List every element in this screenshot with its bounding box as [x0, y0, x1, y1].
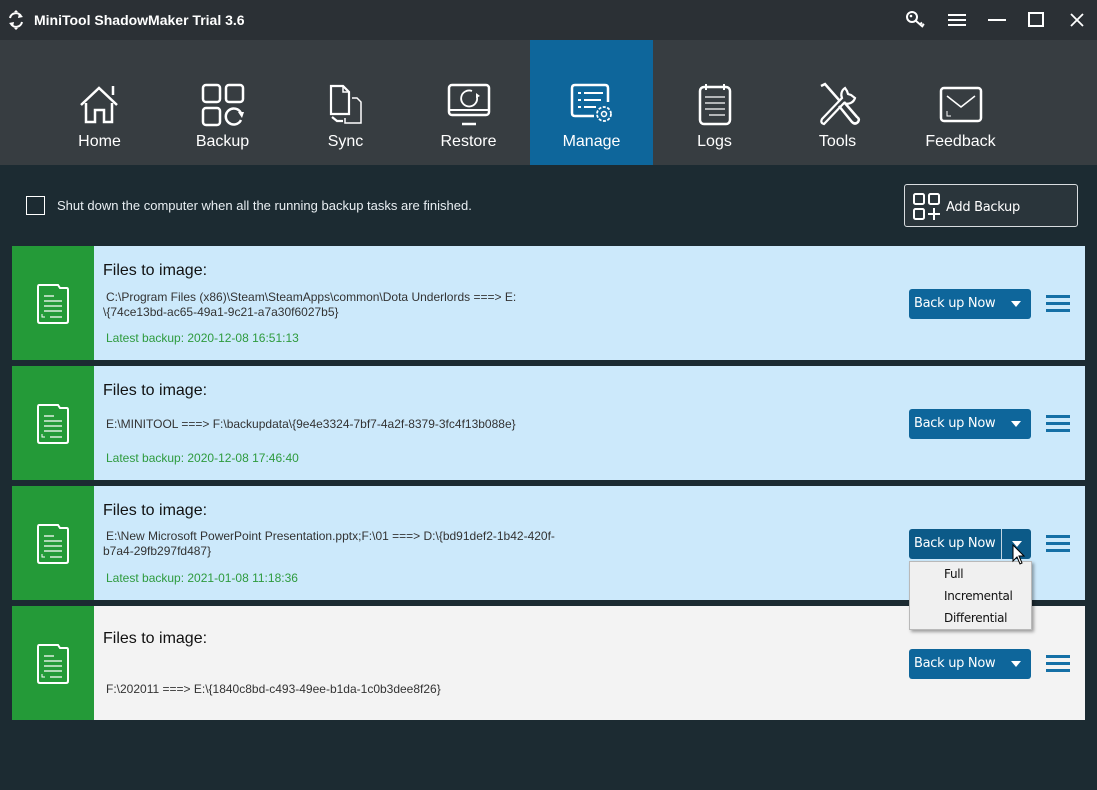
task-title: Files to image:: [103, 262, 208, 279]
task-path-line1: E:\MINITOOL ===> F:\backupdata\{9e4e3324…: [106, 417, 516, 431]
nav-backup-label: Backup: [195, 133, 250, 150]
maximize-icon: [1028, 12, 1044, 27]
task-path-line2: b7a4-29fb297fd487}: [103, 544, 212, 558]
close-icon: [1070, 13, 1084, 27]
back-up-now-button: Back up Now: [909, 409, 1031, 439]
task-path-line1: E:\New Microsoft PowerPoint Presentation…: [106, 529, 555, 543]
task-path: C:\Program Files (x86)\Steam\SteamApps\c…: [103, 290, 583, 320]
backup-type-dropdown[interactable]: [1001, 409, 1031, 439]
minimize-icon: [988, 19, 1006, 21]
task-path: F:\202011 ===> E:\{1840c8bd-c493-49ee-b1…: [103, 682, 583, 697]
task-stripe: [12, 366, 94, 480]
caret-down-icon: [1011, 661, 1021, 667]
nav-manage-label: Manage: [562, 133, 621, 150]
nav-restore-label: Restore: [440, 133, 497, 150]
task-stripe: [12, 246, 94, 360]
nav-manage[interactable]: Manage: [530, 40, 653, 165]
backup-type-differential[interactable]: Differential: [910, 607, 1031, 629]
maximize-button[interactable]: [1023, 8, 1049, 32]
file-icon: [37, 404, 69, 444]
task-title: Files to image:: [103, 382, 208, 399]
main-nav: Home Backup Sync Restore Manage Logs Too…: [0, 40, 1097, 165]
minimize-button[interactable]: [984, 8, 1010, 32]
app-title: MiniTool ShadowMaker Trial 3.6: [34, 12, 245, 28]
backup-type-incremental[interactable]: Incremental: [910, 585, 1031, 607]
menu-icon: [948, 14, 966, 26]
shutdown-checkbox[interactable]: [26, 196, 45, 215]
task-menu-button[interactable]: [1046, 414, 1070, 434]
add-backup-icon: [913, 193, 940, 220]
task-path-line1: F:\202011 ===> E:\{1840c8bd-c493-49ee-b1…: [106, 682, 441, 696]
manage-icon: [570, 83, 612, 122]
back-up-now-main[interactable]: Back up Now: [909, 289, 1001, 319]
home-icon: [79, 86, 118, 124]
backup-icon: [201, 83, 244, 127]
add-backup-label: Add Backup: [946, 200, 1020, 215]
back-up-now-main[interactable]: Back up Now: [909, 649, 1001, 679]
nav-feedback-label: Feedback: [925, 133, 996, 150]
backup-task-card[interactable]: Files to image: E:\MINITOOL ===> F:\back…: [12, 366, 1085, 480]
nav-home-label: Home: [78, 133, 121, 150]
logs-icon: [698, 84, 731, 126]
file-icon: [37, 644, 69, 684]
app-logo-icon: [9, 10, 23, 30]
nav-tools[interactable]: Tools: [776, 40, 899, 165]
nav-logs[interactable]: Logs: [653, 40, 776, 165]
task-menu-button[interactable]: [1046, 294, 1070, 314]
caret-down-icon: [1011, 301, 1021, 307]
shutdown-label: Shut down the computer when all the runn…: [57, 198, 472, 213]
file-icon: [37, 284, 69, 324]
backup-type-dropdown[interactable]: [1001, 649, 1031, 679]
backup-type-dropdown[interactable]: [1001, 289, 1031, 319]
mouse-cursor-icon: [1012, 544, 1026, 565]
nav-tools-label: Tools: [818, 133, 857, 150]
nav-sync-label: Sync: [327, 133, 364, 150]
task-path: E:\MINITOOL ===> F:\backupdata\{9e4e3324…: [103, 417, 583, 432]
title-bar: MiniTool ShadowMaker Trial 3.6: [0, 0, 1097, 40]
backup-type-full[interactable]: Full: [910, 563, 1031, 585]
back-up-now-button: Back up Now: [909, 289, 1031, 319]
feedback-icon: [939, 86, 982, 123]
task-latest-backup: Latest backup: 2020-12-08 17:46:40: [106, 451, 299, 465]
menu-button[interactable]: [944, 8, 970, 32]
task-path: E:\New Microsoft PowerPoint Presentation…: [103, 529, 583, 559]
nav-logs-label: Logs: [697, 133, 732, 150]
task-stripe: [12, 486, 94, 600]
tools-icon: [819, 82, 860, 126]
key-icon: [906, 11, 925, 28]
task-path-line1: C:\Program Files (x86)\Steam\SteamApps\c…: [106, 290, 517, 304]
nav-home[interactable]: Home: [38, 40, 161, 165]
back-up-now-button: Back up Now: [909, 649, 1031, 679]
task-menu-button[interactable]: [1046, 534, 1070, 554]
file-icon: [37, 524, 69, 564]
task-title: Files to image:: [103, 630, 208, 647]
add-backup-button[interactable]: Add Backup: [904, 184, 1078, 227]
back-up-now-main[interactable]: Back up Now: [909, 529, 1001, 559]
nav-sync[interactable]: Sync: [284, 40, 407, 165]
nav-feedback[interactable]: Feedback: [899, 40, 1022, 165]
back-up-now-main[interactable]: Back up Now: [909, 409, 1001, 439]
backup-type-menu: Full Incremental Differential: [909, 561, 1032, 630]
nav-backup[interactable]: Backup: [161, 40, 284, 165]
task-latest-backup: Latest backup: 2021-01-08 11:18:36: [106, 571, 298, 585]
task-stripe: [12, 606, 94, 720]
task-title: Files to image:: [103, 502, 208, 519]
task-path-line2: \{74ce13bd-ac65-49a1-9c21-a7a30f6027b5}: [103, 305, 339, 319]
task-menu-button[interactable]: [1046, 654, 1070, 674]
caret-down-icon: [1011, 421, 1021, 427]
sync-icon: [329, 84, 362, 124]
task-latest-backup: Latest backup: 2020-12-08 16:51:13: [106, 331, 299, 345]
restore-icon: [447, 83, 490, 126]
close-button[interactable]: [1064, 8, 1090, 32]
register-key-button[interactable]: [903, 8, 929, 32]
backup-task-card[interactable]: Files to image: C:\Program Files (x86)\S…: [12, 246, 1085, 360]
nav-restore[interactable]: Restore: [407, 40, 530, 165]
